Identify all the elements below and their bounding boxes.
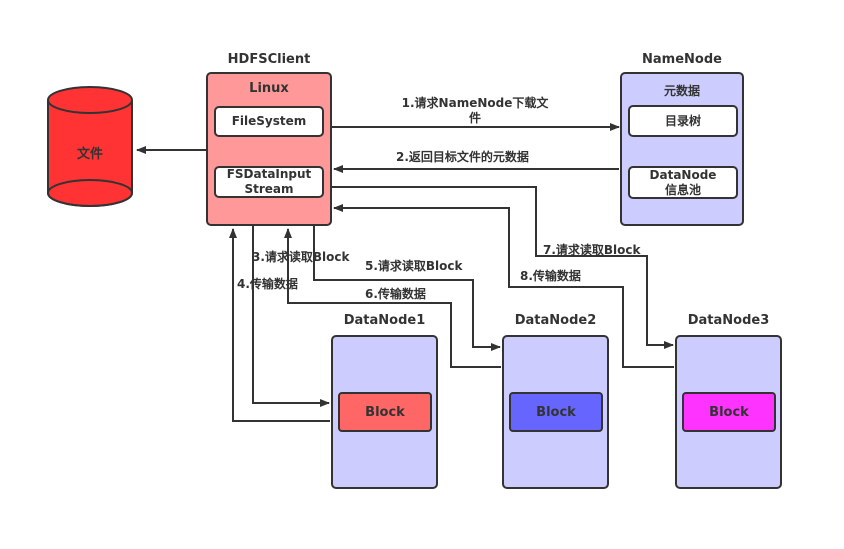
hdfs-client-box: Linux FileSystem FSDataInput Stream <box>206 72 332 226</box>
step1-label-line1: 1.请求NameNode下载文 <box>401 96 549 110</box>
block-label: Block <box>709 404 749 420</box>
metadata-label: 元数据 <box>663 84 700 98</box>
datanode-pool-box: DataNode 信息池 <box>628 166 738 199</box>
datanode3-block: Block <box>682 392 776 432</box>
file-label: 文件 <box>76 147 103 162</box>
stream-label-line1: FSDataInput <box>226 167 312 181</box>
filesystem-label: FileSystem <box>231 114 307 128</box>
step6-label: 6.传输数据 <box>365 287 426 301</box>
fsdatainputstream-box: FSDataInput Stream <box>214 166 324 198</box>
stream-label-line2: Stream <box>244 182 294 196</box>
namenode-title: NameNode <box>642 52 722 67</box>
filesystem-box: FileSystem <box>214 106 324 137</box>
datanode3-box: Block <box>675 335 782 489</box>
block-label: Block <box>536 404 576 420</box>
datanode2-box: Block <box>502 335 609 489</box>
step1-label: 1.请求NameNode下载文 件 <box>380 96 570 126</box>
step4-label: 4.传输数据 <box>237 277 298 291</box>
datanode1-box: Block <box>331 335 438 489</box>
datanode3-title: DataNode3 <box>687 313 770 328</box>
step7-label: 7.请求读取Block <box>543 243 641 257</box>
pool-label-line1: DataNode <box>649 167 717 182</box>
step5-label: 5.请求读取Block <box>365 259 463 273</box>
datanode2-block: Block <box>509 392 603 432</box>
pool-label-line2: 信息池 <box>664 182 701 197</box>
datanode1-title: DataNode1 <box>343 313 426 328</box>
step1-label-line2: 件 <box>468 111 481 125</box>
step2-label: 2.返回目标文件的元数据 <box>396 150 529 164</box>
datanode2-title: DataNode2 <box>514 313 597 328</box>
directory-tree-label: 目录树 <box>664 113 701 128</box>
datanode1-block: Block <box>338 392 432 432</box>
client-title: HDFSClient <box>227 52 311 67</box>
namenode-box: 元数据 目录树 DataNode 信息池 <box>620 72 744 226</box>
step8-label: 8.传输数据 <box>520 269 581 283</box>
client-os-label: Linux <box>249 81 289 96</box>
step3-label: 3.请求读取Block <box>252 250 350 264</box>
block-label: Block <box>365 404 405 420</box>
directory-tree-box: 目录树 <box>628 105 738 137</box>
